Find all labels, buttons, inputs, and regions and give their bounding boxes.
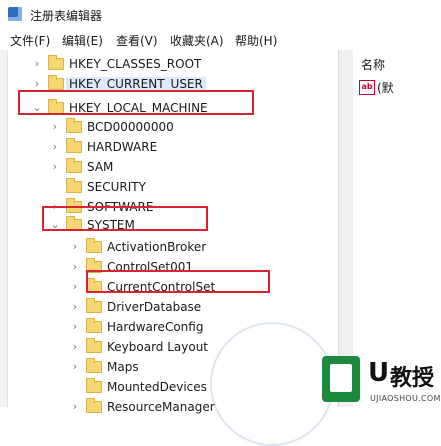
values-pane[interactable]: 名称 ab (默 xyxy=(353,50,441,407)
folder-icon xyxy=(86,378,102,393)
expand-chevron-icon[interactable]: › xyxy=(50,160,60,173)
watermark-letter: U xyxy=(368,358,390,388)
string-value-icon: ab xyxy=(359,80,375,95)
folder-icon xyxy=(66,138,82,153)
tree-node-label: SECURITY xyxy=(87,180,146,194)
expand-chevron-icon[interactable]: › xyxy=(70,320,80,333)
highlight-box-hklm xyxy=(18,90,254,115)
folder-icon xyxy=(66,158,82,173)
folder-icon xyxy=(86,318,102,333)
menu-file[interactable]: 文件(F) xyxy=(10,32,50,49)
expand-chevron-icon[interactable]: › xyxy=(50,140,60,153)
folder-icon xyxy=(66,118,82,133)
tree-node-label: ResourceManager xyxy=(107,400,215,414)
tree-node-hardware[interactable]: › HARDWARE xyxy=(0,137,338,157)
watermark-brand: 教授 xyxy=(390,366,435,391)
highlight-box-system xyxy=(42,206,208,231)
tree-node-label: DriverDatabase xyxy=(107,300,202,314)
tree-node-label: HardwareConfig xyxy=(107,320,204,334)
highlight-box-currentcontrolset xyxy=(86,270,270,293)
expand-chevron-icon[interactable]: › xyxy=(32,77,42,90)
menu-favorites[interactable]: 收藏夹(A) xyxy=(170,32,224,49)
folder-icon xyxy=(86,398,102,413)
folder-icon xyxy=(48,55,64,70)
expand-chevron-icon[interactable]: › xyxy=(70,300,80,313)
expand-chevron-icon[interactable]: › xyxy=(70,260,80,273)
menu-bar: 文件(F) 编辑(E) 查看(V) 收藏夹(A) 帮助(H) xyxy=(0,28,441,51)
expand-chevron-icon[interactable]: › xyxy=(32,57,42,70)
folder-icon xyxy=(86,298,102,313)
folder-icon xyxy=(48,75,64,90)
tree-node-label: BCD00000000 xyxy=(87,120,174,134)
tree-node-label: MountedDevices xyxy=(107,380,207,394)
expand-chevron-icon[interactable]: › xyxy=(70,240,80,253)
expand-chevron-icon[interactable]: › xyxy=(50,120,60,133)
registry-editor-icon xyxy=(8,7,22,21)
title-bar: 注册表编辑器 xyxy=(0,0,441,28)
menu-help[interactable]: 帮助(H) xyxy=(235,32,277,49)
menu-edit[interactable]: 编辑(E) xyxy=(62,32,103,49)
pane-splitter[interactable] xyxy=(338,50,354,407)
tree-node-label: Maps xyxy=(107,360,139,374)
tree-node-hkey-classes-root[interactable]: › HKEY_CLASSES_ROOT xyxy=(0,54,338,74)
windows-logo-icon xyxy=(322,356,360,402)
column-header-name[interactable]: 名称 xyxy=(361,56,385,73)
expand-chevron-icon[interactable]: › xyxy=(70,280,80,293)
folder-icon xyxy=(86,338,102,353)
watermark-circle xyxy=(210,322,334,446)
watermark-url: UJIAOSHOU.COM xyxy=(370,394,441,403)
tree-node-label: HKEY_CLASSES_ROOT xyxy=(69,57,202,71)
expand-chevron-icon[interactable]: › xyxy=(70,360,80,373)
tree-node-bcd00000000[interactable]: › BCD00000000 xyxy=(0,117,338,137)
tree-node-label: ActivationBroker xyxy=(107,240,207,254)
tree-node-sam[interactable]: › SAM xyxy=(0,157,338,177)
expand-chevron-icon[interactable]: › xyxy=(70,340,80,353)
folder-icon xyxy=(86,238,102,253)
tree-node-label: SAM xyxy=(87,160,114,174)
tree-node-label: HKEY_CURRENT_USER xyxy=(66,77,206,91)
folder-icon xyxy=(86,358,102,373)
tree-node-driverdatabase[interactable]: › DriverDatabase xyxy=(0,297,338,317)
tree-node-security[interactable]: SECURITY xyxy=(0,177,338,197)
menu-view[interactable]: 查看(V) xyxy=(116,32,158,49)
tree-node-activationbroker[interactable]: › ActivationBroker xyxy=(0,237,338,257)
tree-node-label: Keyboard Layout xyxy=(107,340,209,354)
folder-icon xyxy=(66,178,82,193)
tree-node-label: HARDWARE xyxy=(87,140,158,154)
value-name-default[interactable]: (默 xyxy=(377,79,394,96)
window-title: 注册表编辑器 xyxy=(30,9,103,23)
